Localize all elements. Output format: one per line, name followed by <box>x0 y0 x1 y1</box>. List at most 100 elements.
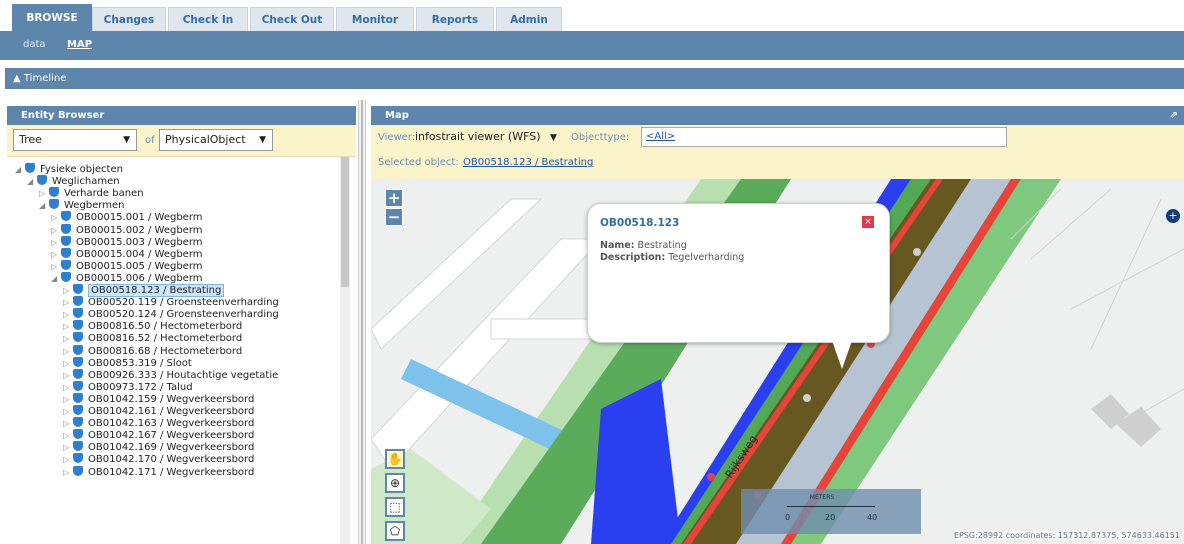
tree-node-label[interactable]: OB01042.159 / Wegverkeersbord <box>88 394 254 405</box>
tree-node-label[interactable]: Weglichamen <box>52 176 120 187</box>
shield-icon <box>49 199 59 210</box>
type-select-value: PhysicalObject <box>165 133 246 146</box>
shield-icon <box>73 356 83 367</box>
popup-desc-label: Description: <box>600 252 666 263</box>
tree-node-label[interactable]: OB00015.006 / Wegberm <box>76 273 203 284</box>
scrollbar-thumb[interactable] <box>341 157 349 287</box>
shield-icon <box>25 163 35 173</box>
tree-node[interactable]: ▷ OB00816.68 / Hectometerbord <box>63 344 242 357</box>
objecttype-value[interactable]: <All> <box>646 131 675 142</box>
tree-node[interactable]: ▷ OB00015.004 / Wegberm <box>51 247 203 260</box>
tree-node-label[interactable]: OB00520.119 / Groensteenverharding <box>88 297 279 308</box>
tab-monitor[interactable]: Monitor <box>336 7 414 31</box>
shield-icon <box>73 453 83 464</box>
tree-node[interactable]: ▷ OB00816.50 / Hectometerbord <box>63 320 242 332</box>
zoom-in-button[interactable]: + <box>385 189 403 207</box>
pan-hand-icon[interactable]: ✋ <box>385 449 405 469</box>
tree-node-label[interactable]: OB00973.172 / Talud <box>88 382 193 393</box>
map-canvas[interactable]: Rijksweg + − + ✋ ⊕ ⬚ ⬠ OB00518.123 × Nam… <box>371 179 1184 544</box>
timeline-header[interactable]: ▲ Timeline <box>5 68 1184 89</box>
tree-node-label[interactable]: OB00816.68 / Hectometerbord <box>88 346 242 357</box>
feature-popup: OB00518.123 × Name: Bestrating Descripti… <box>587 203 890 343</box>
tree-node-label[interactable]: OB00816.50 / Hectometerbord <box>88 321 242 332</box>
expanded-arrow-icon[interactable]: ◢ <box>39 200 49 212</box>
viewer-select[interactable]: infostrait viewer (WFS) ▼ <box>415 128 563 146</box>
selected-object-label: Selected object: <box>378 157 459 168</box>
tab-browse[interactable]: BROWSE <box>12 4 92 31</box>
tree-node-label[interactable]: OB01042.163 / Wegverkeersbord <box>88 418 254 429</box>
tree-node-label[interactable]: OB00816.52 / Hectometerbord <box>88 333 242 344</box>
tree-node[interactable]: ▷ OB01042.161 / Wegverkeersbord <box>63 405 254 417</box>
close-icon[interactable]: × <box>862 216 874 228</box>
tab-check-out[interactable]: Check Out <box>250 7 334 31</box>
tree-node-label[interactable]: OB01042.167 / Wegverkeersbord <box>88 430 254 441</box>
tree-node[interactable]: ▷ OB00015.001 / Wegberm <box>51 211 203 223</box>
tree-node-label[interactable]: OB00520.124 / Groensteenverharding <box>88 309 279 320</box>
tab-changes[interactable]: Changes <box>92 7 166 31</box>
expanded-arrow-icon[interactable]: ◢ <box>27 176 37 188</box>
maximize-icon[interactable]: ⇗ <box>1170 106 1178 125</box>
tree-node-label[interactable]: Wegbermen <box>64 200 124 211</box>
tree-scrollbar[interactable] <box>340 157 350 544</box>
tree-node-label[interactable]: OB01042.170 / Wegverkeersbord <box>88 454 254 465</box>
expanded-arrow-icon[interactable]: ◢ <box>51 273 61 285</box>
tab-check-in[interactable]: Check In <box>168 7 248 31</box>
zoom-box-icon[interactable]: ⊕ <box>385 473 405 493</box>
tab-reports[interactable]: Reports <box>416 7 494 31</box>
tree-node-label[interactable]: OB00518.123 / Bestrating <box>88 284 225 297</box>
panel-splitter[interactable] <box>358 100 366 544</box>
tab-admin[interactable]: Admin <box>496 7 562 31</box>
tree-node-label[interactable]: OB00853.319 / Sloot <box>88 358 192 369</box>
tree-node-label[interactable]: OB00015.001 / Wegberm <box>76 212 203 223</box>
tree-node[interactable]: ▷ OB01042.159 / Wegverkeersbord <box>63 392 254 405</box>
tree-node[interactable]: ▷ OB00015.002 / Wegberm <box>51 223 203 236</box>
tree-node[interactable]: ▷ OB00816.52 / Hectometerbord <box>63 332 242 344</box>
subnav-map-link[interactable]: MAP <box>67 39 92 50</box>
selected-object-link[interactable]: OB00518.123 / Bestrating <box>463 157 593 168</box>
tree-node[interactable]: ▷ OB00015.003 / Wegberm <box>51 235 203 248</box>
tree-node[interactable]: ▷ OB01042.170 / Wegverkeersbord <box>63 453 254 465</box>
tree-node[interactable]: ▷ OB00926.333 / Houtachtige vegetatie <box>63 368 278 381</box>
expanded-arrow-icon[interactable]: ◢ <box>15 164 25 176</box>
tree-node-label[interactable]: OB01042.161 / Wegverkeersbord <box>88 406 254 417</box>
select-polygon-icon[interactable]: ⬠ <box>385 521 405 541</box>
type-select[interactable]: PhysicalObject ▼ <box>159 129 273 151</box>
tree-node-label[interactable]: OB00015.004 / Wegberm <box>76 249 203 260</box>
tree-node[interactable]: ◢ OB00015.006 / Wegberm <box>51 271 203 285</box>
tree-node[interactable]: ◢ Fysieke objecten <box>15 163 123 175</box>
tree-node[interactable]: ▷ OB01042.163 / Wegverkeersbord <box>63 417 254 429</box>
tree-node-label[interactable]: OB00015.003 / Wegberm <box>76 237 203 248</box>
tree-node[interactable]: ▷ OB01042.169 / Wegverkeersbord <box>63 441 254 453</box>
tree-node-label[interactable]: OB00926.333 / Houtachtige vegetatie <box>88 370 278 381</box>
layer-switcher-icon[interactable]: + <box>1166 209 1180 223</box>
select-box-icon[interactable]: ⬚ <box>385 497 405 517</box>
tree-node[interactable]: ▷ OB00853.319 / Sloot <box>63 356 192 369</box>
subnav-data-link[interactable]: data <box>23 39 46 50</box>
scale-tick: 0 <box>785 513 791 522</box>
tree-node-label[interactable]: OB01042.171 / Wegverkeersbord <box>88 467 254 478</box>
tree-node-label[interactable]: OB01042.169 / Wegverkeersbord <box>88 442 254 453</box>
tree-node-label[interactable]: Fysieke objecten <box>40 164 123 175</box>
tree-node-label[interactable]: Verharde banen <box>64 188 144 199</box>
view-select[interactable]: Tree ▼ <box>13 129 137 151</box>
objecttype-input[interactable]: <All> <box>641 127 1007 147</box>
tree-node[interactable]: ▷ OB01042.171 / Wegverkeersbord <box>63 465 254 479</box>
popup-desc-value: Tegelverharding <box>668 252 745 263</box>
tree-node-label[interactable]: OB00015.002 / Wegberm <box>76 225 203 236</box>
tree-node[interactable]: ▷ OB01042.167 / Wegverkeersbord <box>63 429 254 441</box>
tree-node[interactable]: ▷ OB00520.124 / Groensteenverharding <box>63 308 279 320</box>
collapsed-arrow-icon[interactable]: ▷ <box>63 467 73 479</box>
tree-node[interactable]: ▷ OB00973.172 / Talud <box>63 380 193 393</box>
tree-node-label[interactable]: OB00015.005 / Wegberm <box>76 261 203 272</box>
tree-node[interactable]: ◢ Weglichamen <box>27 175 120 187</box>
tree-node[interactable]: ▷ OB00015.005 / Wegberm <box>51 259 203 272</box>
tree-node[interactable]: ◢ Wegbermen <box>39 199 124 211</box>
zoom-out-button[interactable]: − <box>385 208 403 226</box>
tree-node[interactable]: ▷ OB00518.123 / Bestrating <box>63 284 225 297</box>
entity-tree: ◢ Fysieke objecten ◢ Weglichamen ▷ Verharde b… <box>7 157 340 544</box>
popup-pointer <box>830 335 854 369</box>
shield-icon <box>73 284 83 294</box>
tree-node[interactable]: ▷ OB00520.119 / Groensteenverharding <box>63 296 279 308</box>
shield-icon <box>73 332 83 343</box>
tree-node[interactable]: ▷ Verharde banen <box>39 187 144 199</box>
